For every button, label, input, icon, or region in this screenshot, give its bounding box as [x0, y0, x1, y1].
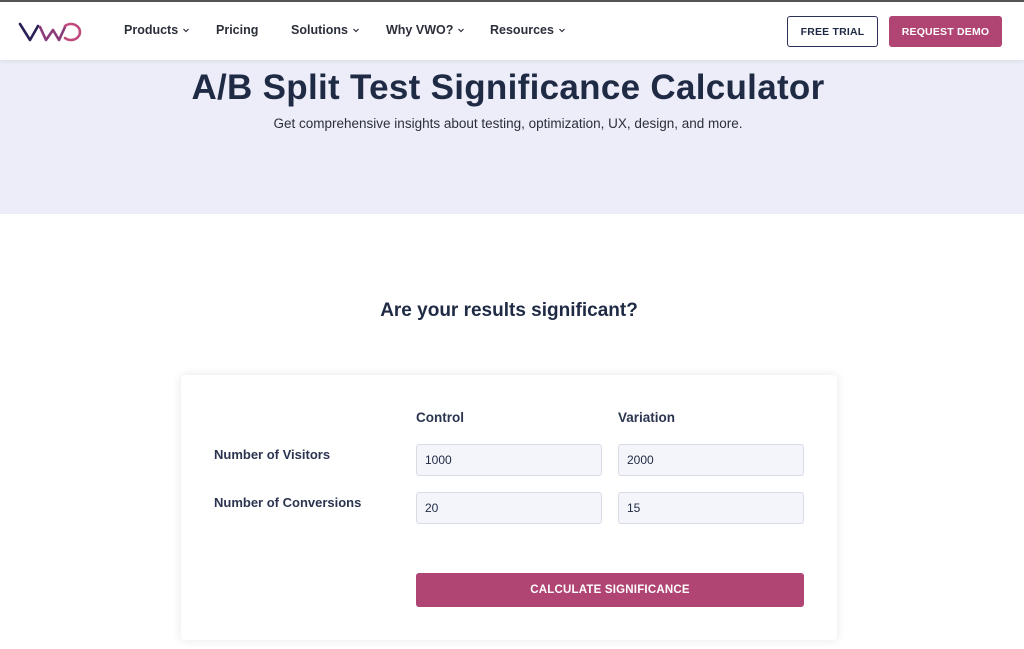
nav-pricing[interactable]: Pricing	[216, 23, 258, 37]
variation-visitors-input[interactable]	[618, 444, 804, 476]
conversions-label: Number of Conversions	[214, 495, 362, 510]
free-trial-button[interactable]: FREE TRIAL	[787, 16, 878, 47]
nav-resources-label: Resources	[490, 23, 554, 37]
column-header-control: Control	[416, 410, 464, 425]
request-demo-button[interactable]: REQUEST DEMO	[889, 16, 1002, 47]
vwo-logo[interactable]	[18, 19, 84, 45]
visitors-label: Number of Visitors	[214, 447, 331, 462]
nav-solutions-label: Solutions	[291, 23, 348, 37]
variation-conversions-input[interactable]	[618, 492, 804, 524]
significance-calculator-form: Control Variation Number of Visitors Num…	[181, 375, 837, 640]
nav-products-label: Products	[124, 23, 179, 37]
chevron-down-icon	[183, 28, 190, 33]
chevron-down-icon	[353, 28, 359, 33]
nav-resources[interactable]: Resources	[490, 23, 566, 37]
hero-banner: A/B Split Test Significance Calculator G…	[0, 60, 1024, 214]
chevron-down-icon	[559, 28, 565, 33]
nav-solutions[interactable]: Solutions	[291, 23, 360, 37]
control-conversions-input[interactable]	[416, 492, 602, 524]
page-title: A/B Split Test Significance Calculator	[191, 68, 825, 107]
calculate-significance-button[interactable]: CALCULATE SIGNIFICANCE	[416, 573, 804, 607]
top-navbar: Products Pricing Solutions Why VWO? Reso…	[0, 2, 1024, 60]
nav-why-vwo-label: Why VWO?	[386, 23, 454, 37]
column-header-variation: Variation	[618, 410, 676, 425]
nav-pricing-label: Pricing	[216, 23, 259, 37]
chevron-down-icon	[458, 28, 465, 33]
calculator-heading: Are your results significant?	[380, 300, 638, 321]
page-subtitle: Get comprehensive insights about testing…	[273, 116, 743, 131]
control-visitors-input[interactable]	[416, 444, 602, 476]
nav-products[interactable]: Products	[124, 23, 190, 37]
nav-why-vwo[interactable]: Why VWO?	[386, 23, 465, 37]
